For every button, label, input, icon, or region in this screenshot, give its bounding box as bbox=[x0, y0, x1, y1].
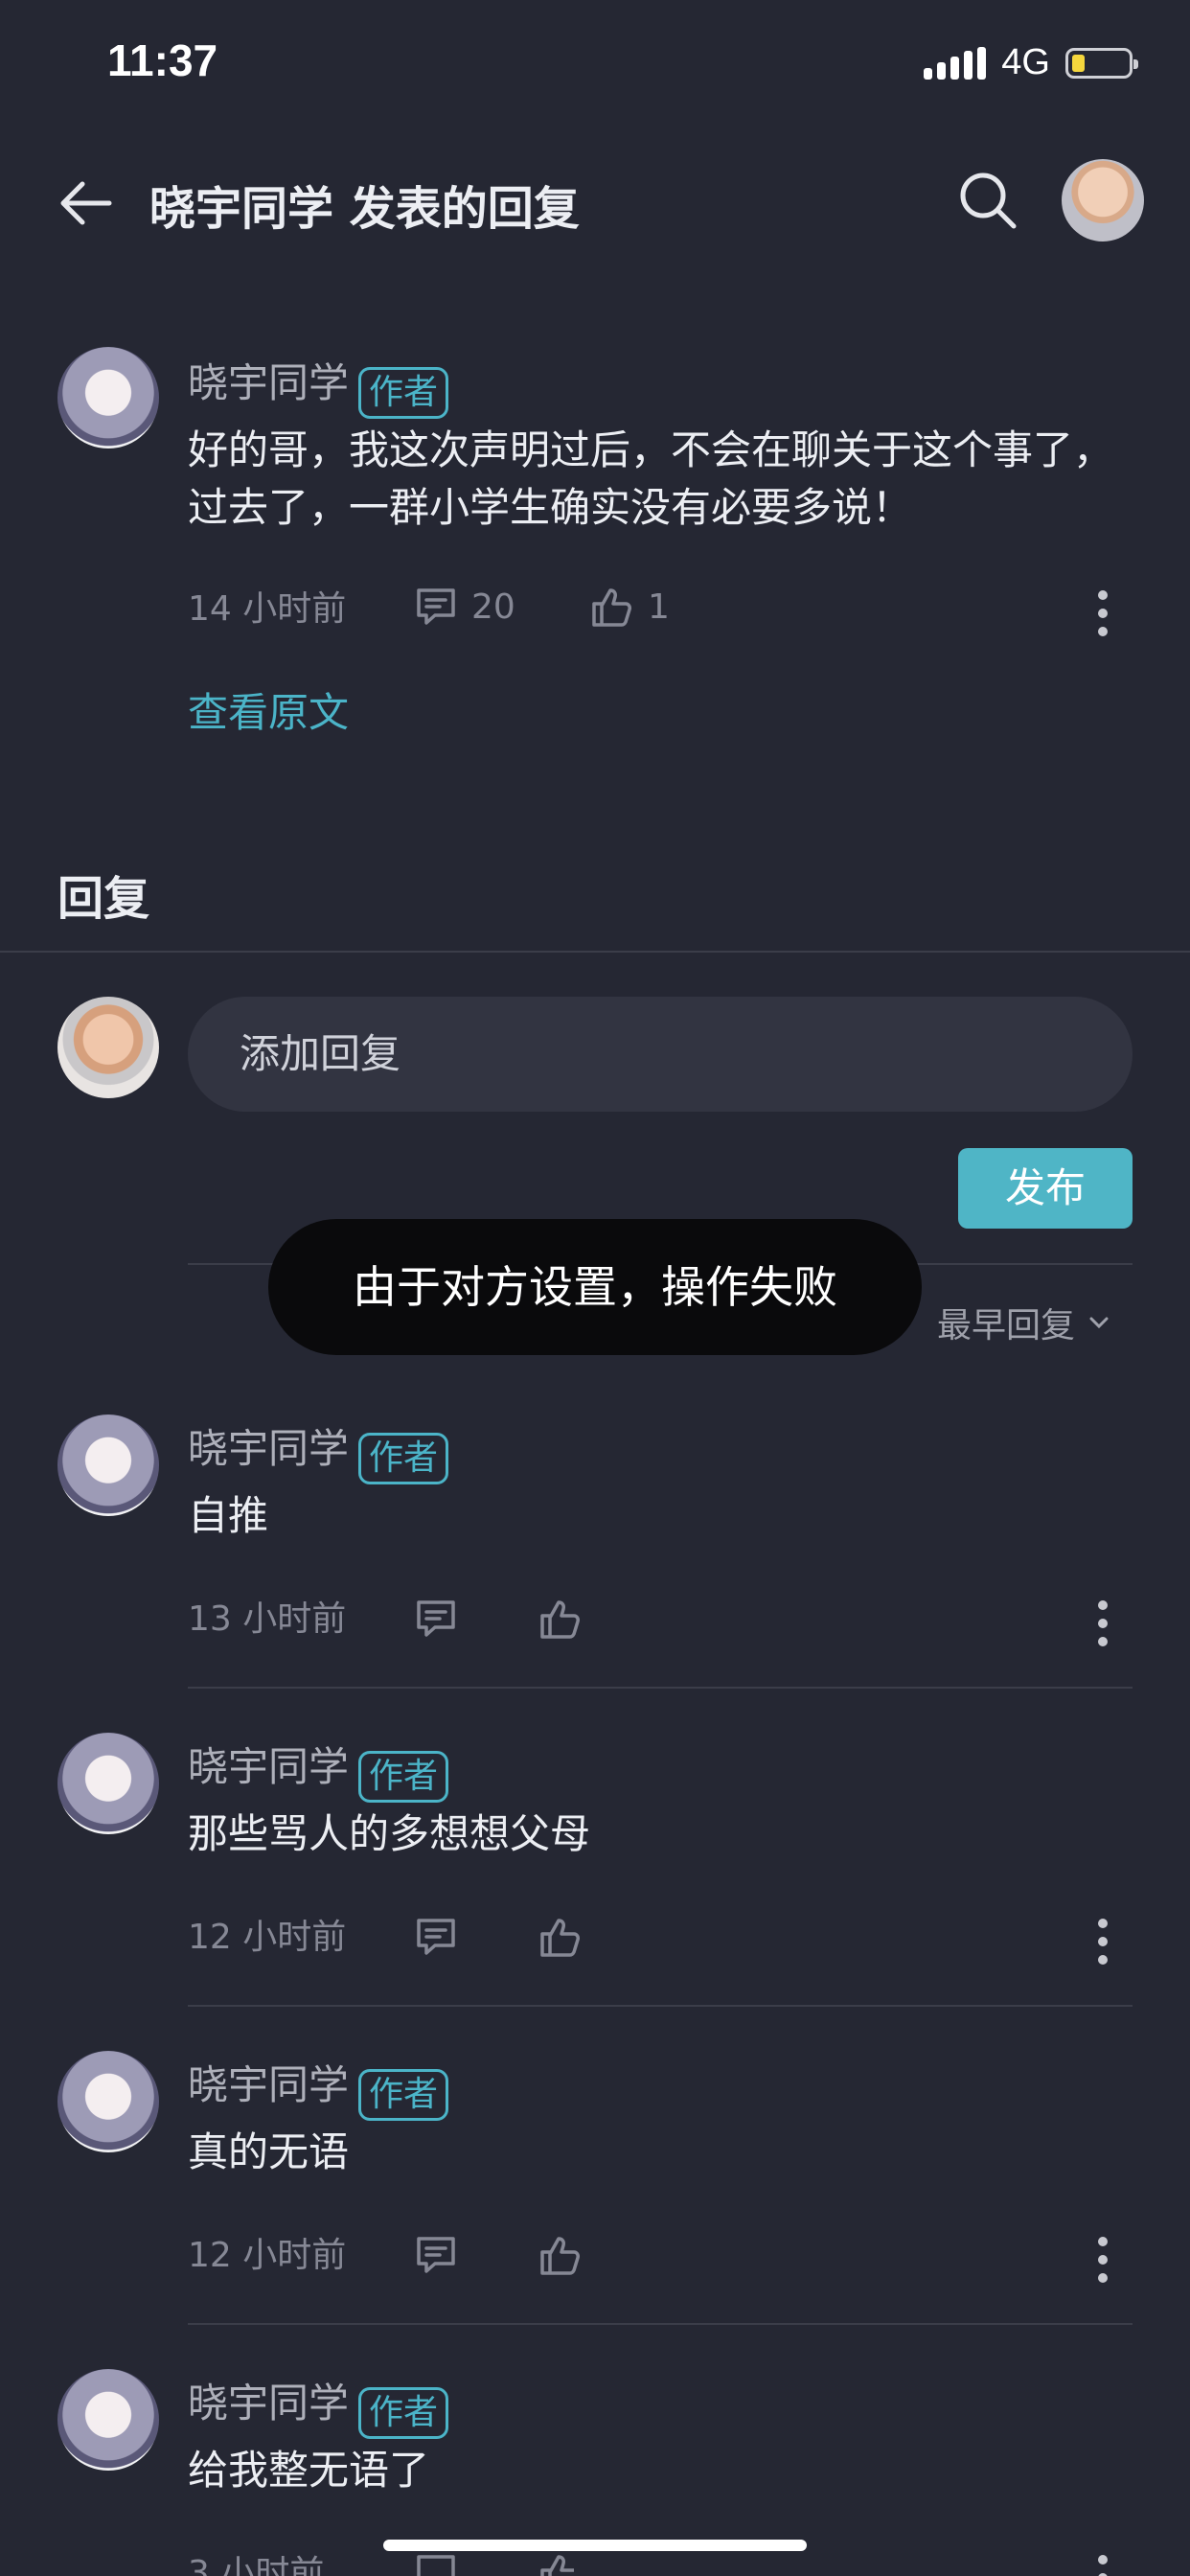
more-icon[interactable] bbox=[1096, 1919, 1110, 1965]
reply-text: 自推 bbox=[188, 1492, 269, 1539]
reply-time: 12 小时前 bbox=[188, 1918, 347, 1957]
reply-time: 13 小时前 bbox=[188, 1599, 347, 1639]
author-avatar[interactable] bbox=[57, 2051, 159, 2152]
reply-time: 3 小时前 bbox=[188, 2554, 325, 2576]
view-original-link[interactable]: 查看原文 bbox=[188, 680, 349, 739]
reply-divider bbox=[188, 2323, 1133, 2325]
comment-count: 20 bbox=[471, 586, 515, 627]
back-arrow-icon[interactable] bbox=[56, 172, 117, 234]
reply-text: 真的无语 bbox=[188, 2128, 350, 2175]
list-item: 晓宇同学 作者 那些骂人的多想想父母 12 小时前 bbox=[0, 1717, 1190, 2024]
sort-dropdown[interactable]: 最早回复 bbox=[937, 1298, 1111, 1347]
thumbs-up-icon[interactable] bbox=[538, 2551, 583, 2576]
comment-header: 晓宇同学 作者 bbox=[188, 351, 449, 419]
profile-avatar[interactable] bbox=[1062, 159, 1144, 242]
comment-icon[interactable] bbox=[414, 1597, 458, 1641]
network-label: 4G bbox=[1001, 42, 1050, 82]
list-item: 晓宇同学 作者 真的无语 12 小时前 bbox=[0, 2036, 1190, 2342]
status-time: 11:37 bbox=[107, 35, 218, 85]
author-badge: 作者 bbox=[358, 366, 449, 419]
author-name[interactable]: 晓宇同学 bbox=[188, 2380, 349, 2426]
author-name[interactable]: 晓宇同学 bbox=[188, 359, 349, 406]
reply-input[interactable]: 添加回复 bbox=[188, 997, 1133, 1112]
reply-divider bbox=[188, 2005, 1133, 2007]
comment-text: 好的哥，我这次声明过后，不会在聊关于这个事了，过去了，一群小学生确实没有必要多说… bbox=[188, 426, 1114, 531]
thumbs-up-icon[interactable] bbox=[538, 1597, 583, 1641]
comment-button[interactable]: 20 bbox=[414, 585, 515, 629]
reply-time: 12 小时前 bbox=[188, 2236, 347, 2275]
author-badge: 作者 bbox=[358, 1750, 449, 1803]
more-icon[interactable] bbox=[1096, 2237, 1110, 2283]
search-icon[interactable] bbox=[956, 169, 1019, 232]
comment-icon[interactable] bbox=[414, 2233, 458, 2277]
more-icon[interactable] bbox=[1096, 590, 1110, 636]
battery-icon bbox=[1065, 47, 1138, 79]
chevron-down-icon bbox=[1089, 1317, 1109, 1329]
home-indicator[interactable] bbox=[383, 2540, 807, 2551]
sort-label: 最早回复 bbox=[937, 1306, 1076, 1346]
signal-icon bbox=[924, 46, 987, 80]
author-avatar[interactable] bbox=[57, 1414, 159, 1516]
author-badge: 作者 bbox=[358, 2386, 449, 2439]
reply-divider bbox=[188, 1687, 1133, 1689]
reply-header: 晓宇同学 作者 bbox=[188, 2053, 449, 2121]
comment-icon[interactable] bbox=[414, 1915, 458, 1959]
like-button[interactable]: 1 bbox=[590, 585, 670, 629]
author-name[interactable]: 晓宇同学 bbox=[188, 1425, 349, 1472]
comment-time: 14 小时前 bbox=[188, 589, 347, 629]
author-name[interactable]: 晓宇同学 bbox=[188, 2061, 349, 2108]
author-avatar[interactable] bbox=[57, 1733, 159, 1834]
author-avatar[interactable] bbox=[57, 2369, 159, 2471]
reply-header: 晓宇同学 作者 bbox=[188, 1735, 449, 1803]
error-toast: 由于对方设置，操作失败 bbox=[268, 1219, 922, 1355]
section-divider bbox=[0, 951, 1190, 953]
page-title: 晓宇同学 发表的回复 bbox=[149, 182, 580, 236]
author-badge: 作者 bbox=[358, 2068, 449, 2121]
more-icon[interactable] bbox=[1096, 2555, 1110, 2576]
author-badge: 作者 bbox=[358, 1432, 449, 1484]
status-indicators: 4G bbox=[924, 42, 1138, 83]
comment-icon[interactable] bbox=[414, 2551, 458, 2576]
thumbs-up-icon[interactable] bbox=[538, 1915, 583, 1959]
replies-title: 回复 bbox=[57, 872, 150, 926]
thumbs-up-icon bbox=[592, 588, 631, 627]
my-avatar bbox=[57, 997, 159, 1098]
comment-icon bbox=[417, 588, 455, 625]
author-name[interactable]: 晓宇同学 bbox=[188, 1743, 349, 1790]
more-icon[interactable] bbox=[1096, 1600, 1110, 1646]
reply-text: 那些骂人的多想想父母 bbox=[188, 1810, 591, 1857]
thumbs-up-icon[interactable] bbox=[538, 2233, 583, 2277]
reply-header: 晓宇同学 作者 bbox=[188, 1416, 449, 1484]
reply-text: 给我整无语了 bbox=[188, 2447, 430, 2494]
author-avatar[interactable] bbox=[57, 347, 159, 448]
list-item: 晓宇同学 作者 自推 13 小时前 bbox=[0, 1399, 1190, 1706]
reply-header: 晓宇同学 作者 bbox=[188, 2371, 449, 2439]
publish-button[interactable]: 发布 bbox=[958, 1148, 1133, 1229]
like-count: 1 bbox=[648, 586, 670, 627]
